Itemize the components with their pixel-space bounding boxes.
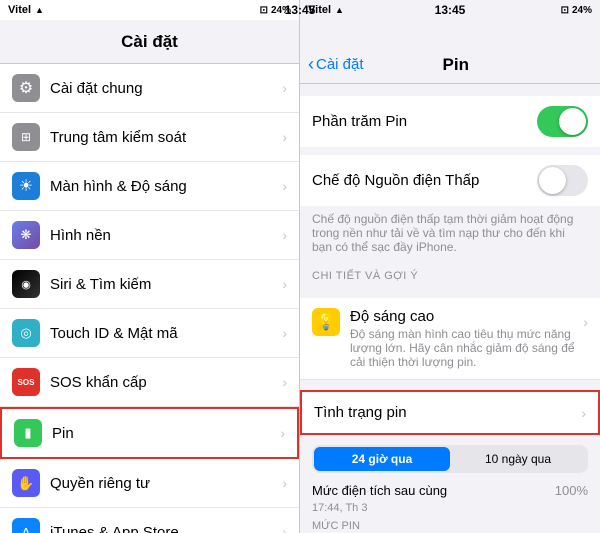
- touch-icon: ◎: [12, 319, 40, 347]
- sos-label: SOS khẩn cấp: [50, 374, 282, 391]
- dosang-row[interactable]: 💡 Độ sáng cao Độ sáng màn hình cao tiêu …: [300, 298, 600, 380]
- phantram-label: Phần trăm Pin: [312, 113, 537, 130]
- tinhtrang-wrapper: Tình trạng pin ›: [300, 390, 600, 435]
- itunes-chevron: ›: [282, 524, 287, 533]
- mucdien-time: 17:44, Th 3: [300, 502, 600, 518]
- right-battery: 24%: [572, 5, 592, 16]
- chedo-toggle-thumb: [539, 167, 566, 194]
- chedo-row: Chế độ Nguồn điện Thấp: [300, 155, 600, 206]
- right-battery-icon: ⊡: [561, 5, 569, 16]
- right-status-right: ⊡ 24%: [561, 5, 592, 16]
- manhinh-icon: ☀: [12, 172, 40, 200]
- dosang-title: Độ sáng cao: [350, 308, 583, 325]
- tab-10d[interactable]: 10 ngày qua: [450, 447, 586, 471]
- itunes-label: iTunes & App Store: [50, 524, 282, 533]
- touch-label: Touch ID & Mật mã: [50, 325, 282, 342]
- siri-icon: ◉: [12, 270, 40, 298]
- right-status-bar: Vitel ▲ 13:45 ⊡ 24%: [300, 0, 600, 20]
- mucdien-label: Mức điện tích sau cùng: [312, 483, 555, 498]
- tinhtrang-label: Tình trạng pin: [314, 404, 581, 421]
- left-status-bar: Vitel ▲ 13:45 ⊡ 24%: [0, 0, 299, 20]
- pin-chevron: ›: [280, 425, 285, 441]
- settings-item-caidat[interactable]: ⚙ Cài đặt chung ›: [0, 64, 299, 113]
- hinhanh-icon: ❋: [12, 221, 40, 249]
- left-nav-header: Cài đặt: [0, 20, 299, 64]
- right-time: 13:45: [435, 3, 466, 17]
- left-status-left: Vitel ▲: [8, 4, 44, 16]
- dosang-section: 💡 Độ sáng cao Độ sáng màn hình cao tiêu …: [300, 298, 600, 380]
- settings-item-touch[interactable]: ◎ Touch ID & Mật mã ›: [0, 309, 299, 358]
- chedo-label: Chế độ Nguồn điện Thấp: [312, 172, 537, 189]
- right-nav-header: ‹ Cài đặt Pin: [300, 20, 600, 84]
- quyen-icon: ✋: [12, 469, 40, 497]
- pin-label: Pin: [52, 425, 280, 442]
- time-tabs: 24 giờ qua 10 ngày qua: [312, 445, 588, 473]
- sos-chevron: ›: [282, 374, 287, 390]
- manhinh-chevron: ›: [282, 178, 287, 194]
- chitiet-header: CHI TIẾT VÀ GỢI Ý: [300, 264, 600, 286]
- hinhanh-chevron: ›: [282, 227, 287, 243]
- settings-item-hinhanh[interactable]: ❋ Hình nền ›: [0, 211, 299, 260]
- chedo-toggle[interactable]: [537, 165, 588, 196]
- settings-item-quyen[interactable]: ✋ Quyền riêng tư ›: [0, 459, 299, 508]
- right-signal-icon: ▲: [335, 5, 344, 15]
- left-battery-icon: ⊡: [260, 5, 268, 16]
- tab-24h[interactable]: 24 giờ qua: [314, 447, 450, 471]
- toggle-thumb: [559, 108, 586, 135]
- siri-label: Siri & Tìm kiếm: [50, 276, 282, 293]
- caidat-icon: ⚙: [12, 74, 40, 102]
- back-button[interactable]: ‹ Cài đặt: [308, 54, 364, 75]
- settings-list: ⚙ Cài đặt chung › ⊞ Trung tâm kiểm soát …: [0, 64, 299, 533]
- phantram-row: Phần trăm Pin: [300, 96, 600, 147]
- right-content: Phần trăm Pin Chế độ Nguồn điện Thấp Chế…: [300, 84, 600, 533]
- left-nav-title: Cài đặt: [121, 32, 178, 52]
- chedo-desc: Chế độ nguồn điện thấp tạm thời giảm hoạ…: [300, 206, 600, 264]
- mucdien-row: Mức điện tích sau cùng 100%: [300, 479, 600, 502]
- manhinh-label: Màn hình & Độ sáng: [50, 178, 282, 195]
- settings-item-manhinh[interactable]: ☀ Màn hình & Độ sáng ›: [0, 162, 299, 211]
- dosang-icon: 💡: [312, 308, 340, 336]
- back-label: Cài đặt: [316, 56, 364, 73]
- settings-item-trungtam[interactable]: ⊞ Trung tâm kiểm soát ›: [0, 113, 299, 162]
- right-panel: Vitel ▲ 13:45 ⊡ 24% ‹ Cài đặt Pin Phần t…: [300, 0, 600, 533]
- back-chevron-icon: ‹: [308, 54, 314, 75]
- settings-item-pin[interactable]: ▮ Pin ›: [0, 407, 299, 459]
- mucdien-section: Mức điện tích sau cùng 100% 17:44, Th 3: [300, 479, 600, 518]
- left-carrier: Vitel: [8, 4, 31, 16]
- pin-icon: ▮: [14, 419, 42, 447]
- caidat-label: Cài đặt chung: [50, 80, 282, 97]
- left-time: 13:45: [285, 3, 316, 17]
- quyen-chevron: ›: [282, 475, 287, 491]
- settings-item-itunes[interactable]: A iTunes & App Store ›: [0, 508, 299, 533]
- phantram-toggle[interactable]: [537, 106, 588, 137]
- tinhtrang-chevron: ›: [581, 405, 586, 421]
- right-nav-title: Pin: [364, 55, 548, 75]
- sos-icon: SOS: [12, 368, 40, 396]
- itunes-icon: A: [12, 518, 40, 533]
- chedo-section: Chế độ Nguồn điện Thấp: [300, 155, 600, 206]
- settings-item-siri[interactable]: ◉ Siri & Tìm kiếm ›: [0, 260, 299, 309]
- muc-pin-label: MỨC PIN: [300, 518, 600, 533]
- phantram-section: Phần trăm Pin: [300, 96, 600, 147]
- trungtam-icon: ⊞: [12, 123, 40, 151]
- dosang-chevron: ›: [583, 314, 588, 330]
- tinhtrang-row[interactable]: Tình trạng pin ›: [300, 390, 600, 435]
- left-panel: Vitel ▲ 13:45 ⊡ 24% Cài đặt ⚙ Cài đặt ch…: [0, 0, 300, 533]
- hinhanh-label: Hình nền: [50, 227, 282, 244]
- settings-item-sos[interactable]: SOS SOS khẩn cấp ›: [0, 358, 299, 407]
- trungtam-label: Trung tâm kiểm soát: [50, 129, 282, 146]
- mucdien-value: 100%: [555, 483, 588, 498]
- trungtam-chevron: ›: [282, 129, 287, 145]
- siri-chevron: ›: [282, 276, 287, 292]
- dosang-desc: Độ sáng màn hình cao tiêu thụ mức năng l…: [350, 327, 583, 369]
- touch-chevron: ›: [282, 325, 287, 341]
- dosang-content: Độ sáng cao Độ sáng màn hình cao tiêu th…: [350, 308, 583, 369]
- left-signal-icon: ▲: [35, 5, 44, 15]
- quyen-label: Quyền riêng tư: [50, 475, 282, 492]
- caidat-chevron: ›: [282, 80, 287, 96]
